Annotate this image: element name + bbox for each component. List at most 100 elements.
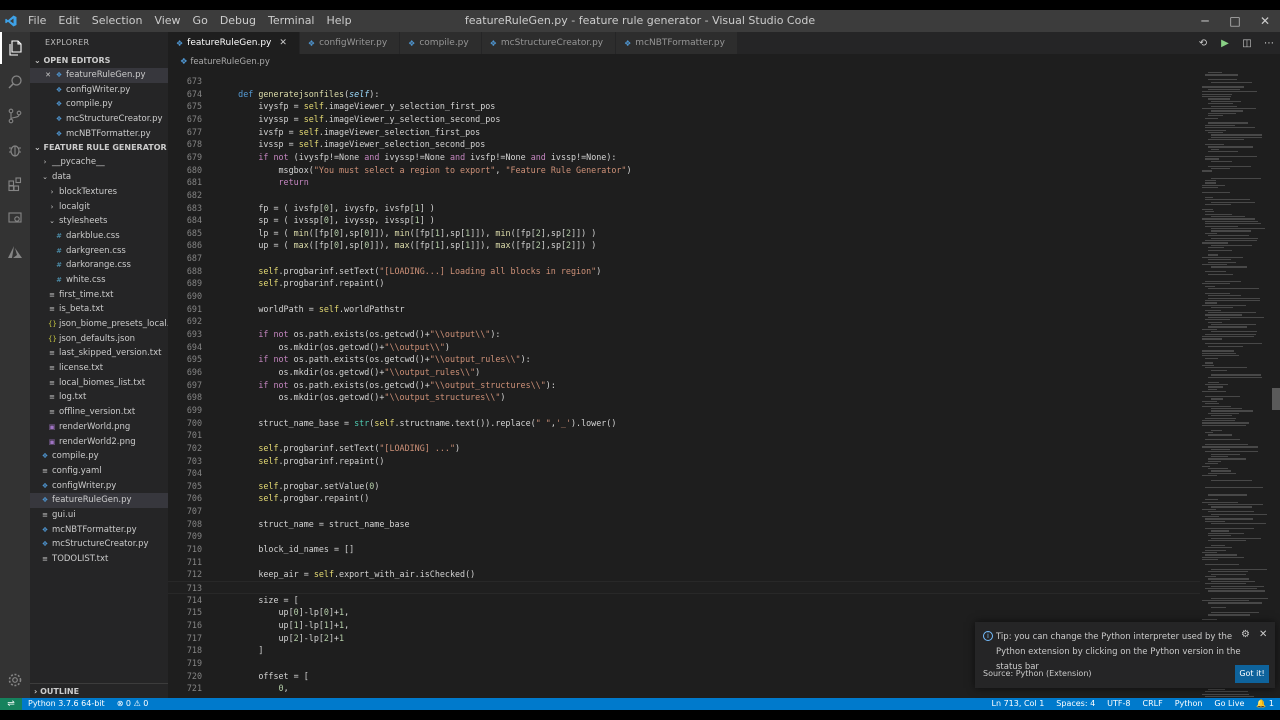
code-line[interactable]: 711 xyxy=(168,556,1200,569)
code-line[interactable]: 682 xyxy=(168,189,1200,202)
menu-item-selection[interactable]: Selection xyxy=(86,10,149,32)
tab-featurerulegen[interactable]: ❖ featureRuleGen.py ✕ xyxy=(168,32,300,54)
notification-settings-icon[interactable]: ⚙ xyxy=(1241,629,1250,640)
tree-folder[interactable]: ⌄ data xyxy=(30,170,168,185)
code-line[interactable]: 688 self.progbarinf.setText("[LOADING...… xyxy=(168,265,1200,278)
tab-configwriter[interactable]: ❖ configWriter.py xyxy=(299,32,401,54)
code-line[interactable]: 701 xyxy=(168,429,1200,442)
tree-file[interactable]: # darkorange.css xyxy=(30,258,168,273)
code-line[interactable]: 698 os.mkdir(os.getcwd()+"\\output_struc… xyxy=(168,391,1200,404)
tab-compile[interactable]: ❖ compile.py xyxy=(400,32,482,54)
got-it-button[interactable]: Got it! xyxy=(1235,665,1269,683)
close-icon[interactable]: ✕ xyxy=(1250,10,1280,32)
tree-file[interactable]: ≡ license.txt xyxy=(30,361,168,376)
project-header[interactable]: ⌄ FEATURE RULE GENERATOR xyxy=(30,141,168,155)
open-editor-item[interactable]: ❖ mcStructureCreator.py xyxy=(30,112,168,127)
encoding[interactable]: UTF-8 xyxy=(1101,698,1136,710)
open-editor-item[interactable]: ❖ configWriter.py xyxy=(30,83,168,98)
outline-header[interactable]: › OUTLINE xyxy=(30,683,168,698)
code-line[interactable]: 675 ivysfp = self.imageViewer_y_selectio… xyxy=(168,100,1200,113)
tree-file[interactable]: ≡ first_time.txt xyxy=(30,288,168,303)
scrollbar-thumb[interactable] xyxy=(1272,388,1280,410)
tree-file[interactable]: ❖ mcStructureCreator.py xyxy=(30,537,168,552)
menu-item-help[interactable]: Help xyxy=(321,10,358,32)
code-line[interactable]: 694 os.mkdir(os.getcwd()+"\\output\\") xyxy=(168,341,1200,354)
cursor-position[interactable]: Ln 713, Col 1 xyxy=(986,698,1051,710)
code-line[interactable]: 699 xyxy=(168,404,1200,417)
tree-file[interactable]: ≡ last_skipped_version.txt xyxy=(30,346,168,361)
open-editors-header[interactable]: ⌄ OPEN EDITORS xyxy=(30,54,168,68)
code-line[interactable]: 714 size = [ xyxy=(168,594,1200,607)
line-ending[interactable]: CRLF xyxy=(1136,698,1168,710)
menu-item-debug[interactable]: Debug xyxy=(214,10,262,32)
code-line[interactable]: 674 def generatejsonfiles(self): xyxy=(168,88,1200,101)
notification-close-icon[interactable]: ✕ xyxy=(1259,629,1267,640)
menu-item-terminal[interactable]: Terminal xyxy=(262,10,321,32)
code-line[interactable]: 710 block_id_names = [] xyxy=(168,543,1200,556)
tree-folder[interactable]: › blockTextures xyxy=(30,185,168,200)
tree-file[interactable]: # white.css xyxy=(30,273,168,288)
tree-file[interactable]: ≡ TODOLIST.txt xyxy=(30,552,168,567)
tree-file[interactable]: ❖ mcNBTFormatter.py xyxy=(30,523,168,538)
search-icon[interactable] xyxy=(0,66,30,98)
tree-file[interactable]: ≡ is_beta.txt xyxy=(30,302,168,317)
tree-file[interactable]: {} json_defaults.json xyxy=(30,332,168,347)
tree-file[interactable]: ≡ gui.ui xyxy=(30,508,168,523)
code-line[interactable]: 684 sp = ( ivssp[0], ivyssp, ivssp[1] ) xyxy=(168,214,1200,227)
code-line[interactable]: 677 ivsfp = self.imageViewer_selection_f… xyxy=(168,126,1200,139)
code-line[interactable]: 683 fp = ( ivsfp[0], ivysfp, ivsfp[1] ) xyxy=(168,202,1200,215)
remote-indicator-icon[interactable]: ⇌ xyxy=(0,698,22,710)
tree-file[interactable]: ≡ log.txt xyxy=(30,390,168,405)
minimap[interactable] xyxy=(1200,70,1280,698)
open-editor-item[interactable]: ❖ compile.py xyxy=(30,97,168,112)
code-line[interactable]: 673 xyxy=(168,75,1200,88)
tree-folder[interactable]: ⌄ stylesheets xyxy=(30,214,168,229)
code-line[interactable]: 704 xyxy=(168,467,1200,480)
code-line[interactable]: 676 ivyssp = self.imageViewer_y_selectio… xyxy=(168,113,1200,126)
code-line[interactable]: 692 xyxy=(168,315,1200,328)
run-icon[interactable]: ▶ xyxy=(1214,38,1236,49)
code-line[interactable]: 690 xyxy=(168,290,1200,303)
minimize-icon[interactable]: ─ xyxy=(1190,10,1220,32)
tree-file[interactable]: ▣ renderWorld2.png xyxy=(30,435,168,450)
code-line[interactable]: 678 ivssp = self.imageViewer_selection_s… xyxy=(168,138,1200,151)
code-line[interactable]: 715 up[0]-lp[0]+1, xyxy=(168,606,1200,619)
azure-icon[interactable] xyxy=(0,236,30,268)
source-control-icon[interactable] xyxy=(0,100,30,132)
open-editor-item[interactable]: ❖ mcNBTFormatter.py xyxy=(30,127,168,142)
code-line[interactable]: 700 struct_name_base = str(self.structna… xyxy=(168,417,1200,430)
tree-file[interactable]: ≡ config.yaml xyxy=(30,464,168,479)
code-line[interactable]: 696 os.mkdir(os.getcwd()+"\\output_rules… xyxy=(168,366,1200,379)
tree-file[interactable]: {} json_biome_presets_local.j... xyxy=(30,317,168,332)
code-line[interactable]: 686 up = ( max([fp[0],sp[0]]), max([fp[1… xyxy=(168,239,1200,252)
indentation[interactable]: Spaces: 4 xyxy=(1050,698,1101,710)
open-editor-item[interactable]: ✕ ❖ featureRuleGen.py xyxy=(30,68,168,83)
code-line[interactable]: 685 lp = ( min([fp[0],sp[0]]), min([fp[1… xyxy=(168,227,1200,240)
notifications-bell[interactable]: 🔔 1 xyxy=(1250,698,1280,710)
close-icon[interactable]: ✕ xyxy=(279,38,287,48)
code-line[interactable]: 708 struct_name = struct_name_base xyxy=(168,518,1200,531)
tab-mcnbtformatter[interactable]: ❖ mcNBTFormatter.py xyxy=(616,32,738,54)
tree-file[interactable]: ≡ local_biomes_list.txt xyxy=(30,376,168,391)
tree-file[interactable]: # darkgreen.css xyxy=(30,244,168,259)
menu-item-view[interactable]: View xyxy=(148,10,186,32)
files-icon[interactable] xyxy=(0,32,30,64)
extensions-icon[interactable] xyxy=(0,168,30,200)
code-line[interactable]: 707 xyxy=(168,505,1200,518)
tree-folder[interactable]: › __pycache__ xyxy=(30,155,168,170)
code-line[interactable]: 713 xyxy=(168,581,1200,594)
tab-mcstructurecreator[interactable]: ❖ mcStructureCreator.py xyxy=(481,32,617,54)
split-editor-icon[interactable]: ◫ xyxy=(1236,38,1258,49)
code-line[interactable]: 695 if not os.path.exists(os.getcwd()+"\… xyxy=(168,353,1200,366)
code-line[interactable]: 680 msgbox("You must select a region to … xyxy=(168,164,1200,177)
menu-item-file[interactable]: File xyxy=(22,10,52,32)
debug-icon[interactable] xyxy=(0,134,30,166)
tree-file[interactable]: ▣ renderWorld.png xyxy=(30,420,168,435)
code-line[interactable]: 706 self.progbar.repaint() xyxy=(168,492,1200,505)
tree-file[interactable]: ❖ configWriter.py xyxy=(30,479,168,494)
code-line[interactable]: 681 return xyxy=(168,176,1200,189)
tree-file[interactable]: # darkblue.css xyxy=(30,229,168,244)
settings-gear-icon[interactable] xyxy=(0,664,30,696)
code-line[interactable]: 697 if not os.path.exists(os.getcwd()+"\… xyxy=(168,379,1200,392)
tree-file[interactable]: ❖ featureRuleGen.py xyxy=(30,493,168,508)
